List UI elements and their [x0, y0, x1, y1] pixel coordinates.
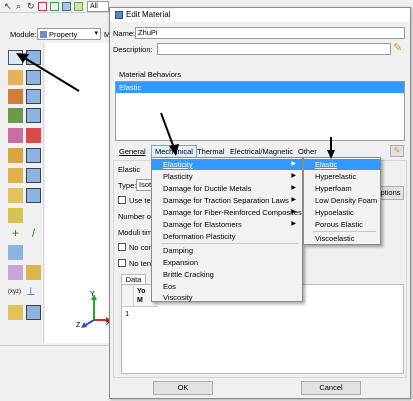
menu-separator [161, 243, 298, 244]
menu-item-damage-fiber-composites[interactable]: Damage for Fiber-Reinforced Composites ▶ [152, 207, 302, 218]
dialog-title-bar: Edit Material [110, 8, 410, 22]
inertia-manager-icon[interactable] [26, 168, 41, 183]
behavior-item-elastic[interactable]: Elastic [116, 82, 404, 93]
bottom-message-area [0, 345, 109, 401]
dashpot-icon[interactable] [26, 188, 41, 203]
inertia-icon[interactable] [8, 168, 23, 183]
all-select[interactable]: All [87, 1, 109, 12]
datum-plane-icon[interactable] [8, 245, 23, 260]
ok-button[interactable]: OK [153, 381, 213, 395]
assign-orientation-icon[interactable] [8, 128, 23, 143]
submenu-arrow-icon: ▶ [291, 221, 296, 227]
profile-manager-icon[interactable] [26, 108, 41, 123]
edit-icon[interactable] [8, 208, 23, 223]
skin-icon[interactable] [8, 148, 23, 163]
triad-z-label: Z [76, 322, 81, 329]
box-zoom-icon[interactable] [50, 2, 59, 11]
submenu-arrow-icon: ▶ [291, 173, 296, 179]
mechanical-menu: Elasticity ▶ Plasticity ▶ Damage for Ducti… [151, 157, 303, 302]
menu-electrical-magnetic[interactable]: Electrical/Magnetic [230, 147, 293, 156]
menu-item-deformation-plasticity[interactable]: Deformation Plasticity [152, 231, 302, 242]
fit-icon[interactable] [38, 2, 47, 11]
pointer-icon[interactable]: ↖ [4, 1, 14, 11]
grid-icon[interactable] [74, 2, 83, 11]
datum-axis-icon[interactable]: / [26, 226, 41, 241]
triad-y-label: Y [90, 291, 95, 298]
partition-cell-icon[interactable] [26, 265, 41, 280]
submenu-item-hypoelastic[interactable]: Hypoelastic [304, 207, 380, 218]
app-icon [115, 11, 123, 19]
type-label: Type: [118, 181, 137, 190]
submenu-item-viscoelastic[interactable]: Viscoelastic [304, 233, 380, 244]
create-profile-icon[interactable] [8, 108, 23, 123]
zoom-icon[interactable]: ⌕ [16, 1, 26, 11]
elastic-group-title: Elastic [118, 165, 141, 174]
cancel-button[interactable]: Cancel [301, 381, 361, 395]
description-field[interactable] [157, 43, 391, 55]
edit-pencil-icon[interactable]: ✎ [393, 41, 405, 55]
submenu-item-elastic[interactable]: Elastic [304, 159, 380, 170]
submenu-separator [313, 231, 376, 232]
elasticity-submenu: Elastic Hyperelastic Hyperfoam Low Densi… [303, 157, 381, 245]
menu-thermal[interactable]: Thermal [197, 147, 225, 156]
menu-general[interactable]: General [119, 147, 146, 156]
view-icon[interactable] [62, 2, 71, 11]
submenu-item-porous-elastic[interactable]: Porous Elastic [304, 219, 380, 230]
behavior-item-label: Elastic [119, 83, 142, 92]
menu-item-expansion[interactable]: Expansion [152, 257, 302, 268]
rotate-icon[interactable]: ↻ [27, 1, 37, 11]
menu-item-brittle-cracking[interactable]: Brittle Cracking [152, 269, 302, 280]
query-icon[interactable]: (xyz) [8, 285, 23, 300]
menu-item-elasticity[interactable]: Elasticity ▶ [152, 159, 302, 170]
annotation-arrow [16, 53, 80, 92]
module-select[interactable]: Property ▾ [37, 28, 101, 40]
extra-icon[interactable] [26, 305, 41, 320]
chevron-down-icon: ▾ [94, 30, 98, 37]
special-icon[interactable] [26, 128, 41, 143]
menu-item-eos[interactable]: Eos [152, 281, 302, 292]
name-label: Name: [113, 29, 136, 38]
module-value: Property [49, 30, 78, 39]
module-icon [40, 31, 47, 38]
dialog-title: Edit Material [126, 10, 171, 19]
edit-behavior-icon[interactable]: ✎ [390, 145, 404, 157]
no-compression-checkbox[interactable] [118, 243, 126, 251]
menu-other[interactable]: Other [298, 147, 317, 156]
submenu-arrow-icon: ▶ [291, 197, 296, 203]
stringer-icon[interactable] [26, 148, 41, 163]
main-toolbar: ↖ ⌕ ↻ All [0, 0, 110, 13]
table-row[interactable]: 1 [122, 307, 403, 319]
submenu-item-low-density-foam[interactable]: Low Density Foam [304, 195, 380, 206]
csys-icon[interactable]: ⊥ [26, 285, 41, 300]
annotation-arrow-elastic [327, 137, 335, 159]
description-label: Description: [113, 45, 153, 54]
submenu-arrow-icon: ▶ [291, 209, 296, 215]
spring-icon[interactable] [8, 188, 23, 203]
no-tension-checkbox[interactable] [118, 259, 126, 267]
submenu-arrow-icon: ▶ [291, 161, 296, 167]
table-header-corner [122, 285, 134, 307]
menu-item-damping[interactable]: Damping [152, 245, 302, 256]
module-row: Module: Property ▾ M [0, 27, 110, 41]
menu-item-plasticity[interactable]: Plasticity ▶ [152, 171, 302, 182]
tools-icon[interactable] [8, 305, 23, 320]
menu-item-damage-traction-separation[interactable]: Damage for Traction Separation Laws ▶ [152, 195, 302, 206]
submenu-item-hyperfoam[interactable]: Hyperfoam [304, 183, 380, 194]
use-temp-checkbox[interactable] [118, 196, 126, 204]
submenu-item-hyperelastic[interactable]: Hyperelastic [304, 171, 380, 182]
annotation-arrow-mechanical [160, 112, 179, 156]
partition-face-icon[interactable] [8, 265, 23, 280]
attach-icon[interactable]: + [8, 226, 23, 241]
row-number: 1 [125, 309, 130, 318]
behaviors-group-title: Material Behaviors [119, 70, 182, 79]
module-label: Module: [10, 30, 37, 39]
name-field[interactable]: ZhuPi [135, 27, 405, 39]
menu-item-damage-ductile-metals[interactable]: Damage for Ductile Metals ▶ [152, 183, 302, 194]
menu-item-viscosity[interactable]: Viscosity [152, 292, 302, 303]
submenu-arrow-icon: ▶ [291, 185, 296, 191]
menu-item-damage-elastomers[interactable]: Damage for Elastomers ▶ [152, 219, 302, 230]
